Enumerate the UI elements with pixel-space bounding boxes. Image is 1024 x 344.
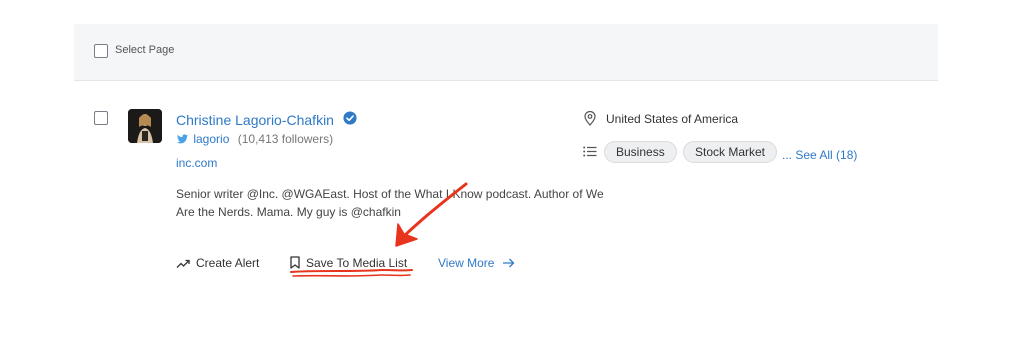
topic-chip[interactable]: Business [604,141,677,163]
bookmark-icon [290,256,300,269]
contact-bio: Senior writer @Inc. @WGAEast. Host of th… [176,187,604,219]
twitter-icon [177,134,188,144]
verified-icon [343,111,357,125]
create-alert-label: Create Alert [196,256,260,270]
twitter-row: lagorio (10,413 followers) [177,132,333,146]
view-more-label: View More [438,256,495,270]
avatar-image [128,109,162,143]
create-alert-button[interactable]: Create Alert [176,256,259,270]
arrow-right-icon [502,258,515,268]
row-select-checkbox[interactable] [94,111,108,125]
location-pin-icon [584,111,596,126]
annotation-arrow-head [395,223,418,247]
outlet-domain-link[interactable]: inc.com [176,156,217,170]
avatar[interactable] [128,109,162,143]
contact-name-link[interactable]: Christine Lagorio-Chafkin [176,112,334,128]
results-header: Select Page [74,24,938,81]
trending-icon [176,259,190,268]
select-page-checkbox[interactable] [94,44,108,58]
save-to-media-list-button[interactable]: Save To Media List [290,256,407,270]
topic-chip[interactable]: Stock Market [683,141,778,163]
annotation-underline [290,268,413,273]
list-icon [583,146,597,157]
annotation-underline-2 [292,274,411,277]
save-to-media-list-label: Save To Media List [306,256,408,270]
twitter-followers: (10,413 followers) [237,132,334,146]
view-more-button[interactable]: View More [438,256,515,270]
select-page-label: Select Page [115,44,175,56]
twitter-handle-link[interactable]: lagorio [193,132,229,146]
see-all-topics-link[interactable]: ... See All (18) [782,148,857,162]
contact-location: United States of America [606,112,739,126]
